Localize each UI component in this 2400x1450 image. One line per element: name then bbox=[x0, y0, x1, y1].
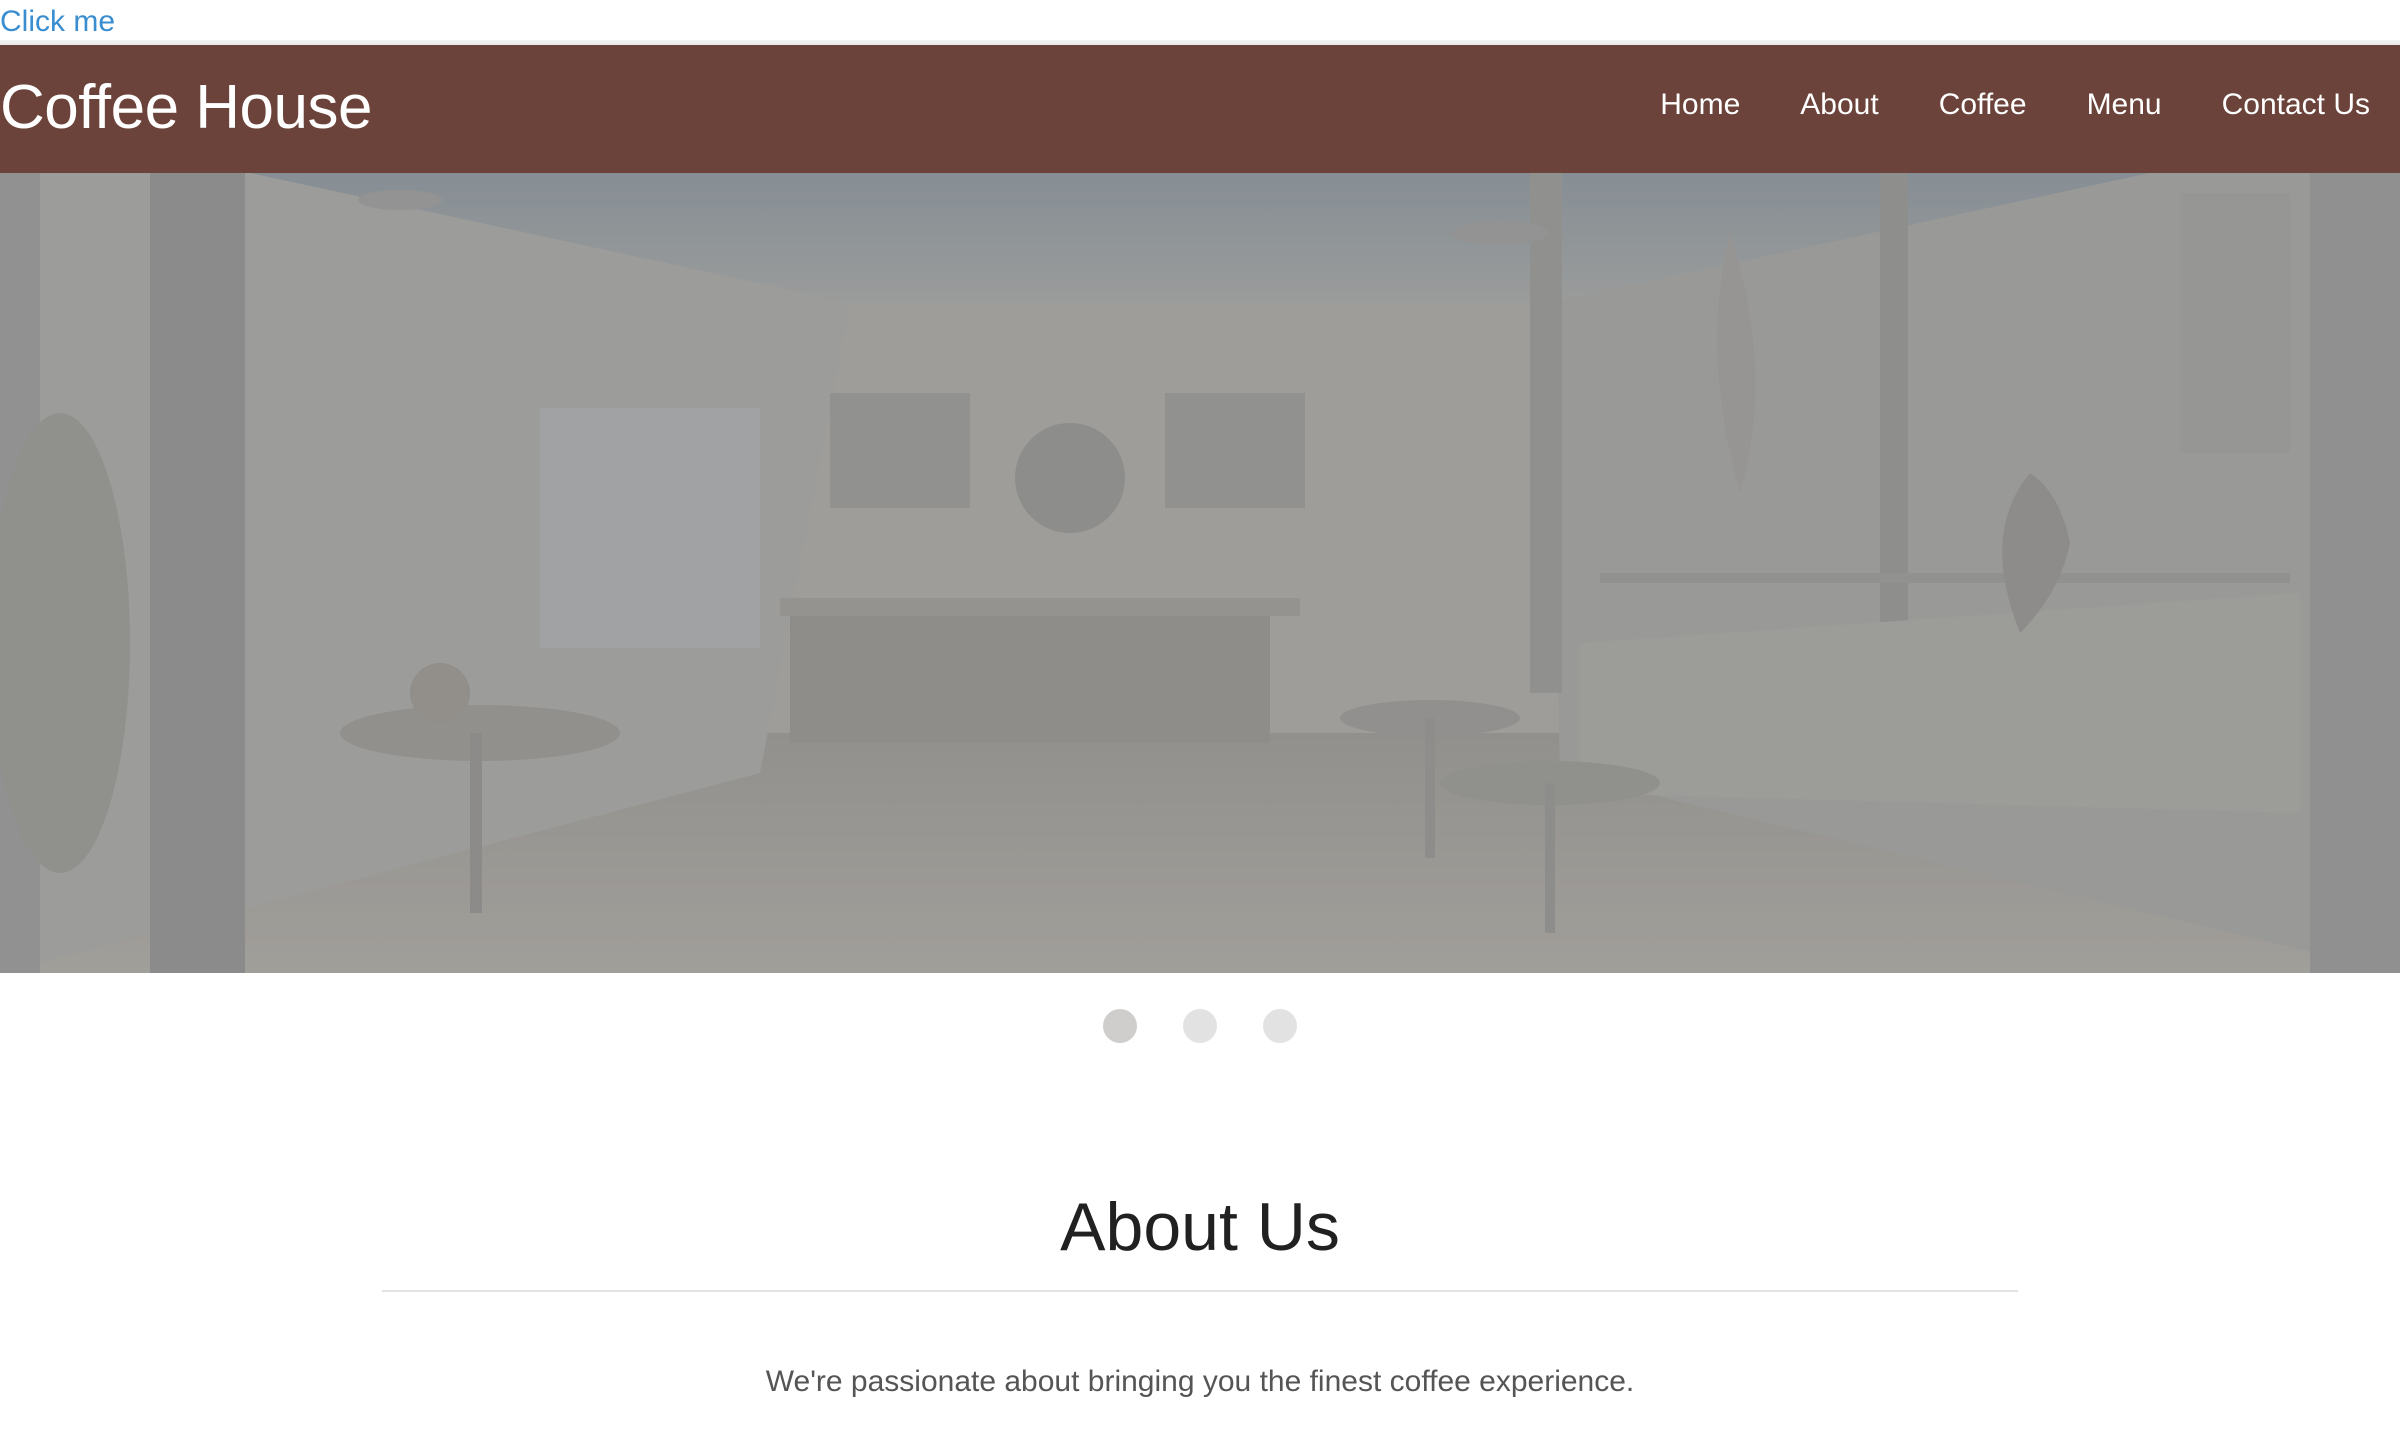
nav-link-home[interactable]: Home bbox=[1660, 87, 1740, 123]
carousel-indicators bbox=[0, 1009, 2400, 1043]
nav-link-coffee[interactable]: Coffee bbox=[1939, 87, 2027, 123]
brand-logo-text[interactable]: Coffee House bbox=[0, 73, 373, 143]
nav-menu: Home About Coffee Menu Contact Us bbox=[1660, 87, 2370, 123]
about-heading: About Us bbox=[1060, 1189, 1340, 1265]
nav-link-menu[interactable]: Menu bbox=[2087, 87, 2162, 123]
carousel-dot-1[interactable] bbox=[1103, 1009, 1137, 1043]
navbar: Coffee House Home About Coffee Menu Cont… bbox=[0, 45, 2400, 173]
carousel-dot-3[interactable] bbox=[1263, 1009, 1297, 1043]
about-divider bbox=[382, 1290, 2018, 1292]
nav-link-about[interactable]: About bbox=[1800, 87, 1878, 123]
cafe-interior-image bbox=[0, 173, 2400, 973]
hero-carousel-slide bbox=[0, 173, 2400, 973]
click-me-link[interactable]: Click me bbox=[0, 4, 115, 40]
carousel-dot-2[interactable] bbox=[1183, 1009, 1217, 1043]
nav-link-contact-us[interactable]: Contact Us bbox=[2222, 87, 2370, 123]
about-section: About Us We're passionate about bringing… bbox=[382, 1180, 2018, 1400]
about-description: We're passionate about bringing you the … bbox=[765, 1365, 1635, 1398]
